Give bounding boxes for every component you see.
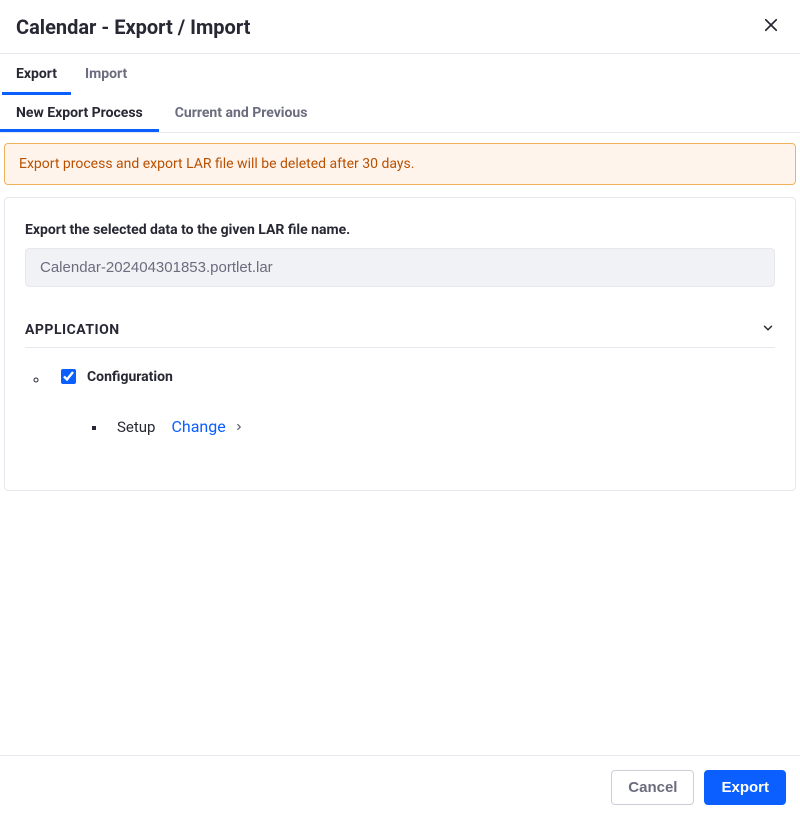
subtab-new-export-process[interactable]: New Export Process xyxy=(0,95,159,132)
list-item: Setup Change xyxy=(107,417,775,436)
chevron-down-icon xyxy=(761,321,775,339)
setup-label: Setup xyxy=(117,418,155,436)
tab-export[interactable]: Export xyxy=(2,54,71,95)
cancel-button[interactable]: Cancel xyxy=(611,770,694,805)
modal-header: Calendar - Export / Import xyxy=(0,0,800,54)
configuration-row: Configuration xyxy=(57,366,775,387)
configuration-checkbox[interactable] xyxy=(61,369,76,384)
export-panel: Export the selected data to the given LA… xyxy=(4,197,796,491)
application-section: APPLICATION Configuration xyxy=(25,321,775,436)
tab-import[interactable]: Import xyxy=(71,54,141,95)
subtab-current-previous[interactable]: Current and Previous xyxy=(159,95,324,132)
lar-filename-input[interactable] xyxy=(25,248,775,287)
primary-tabs: Export Import xyxy=(0,54,800,95)
change-link-label: Change xyxy=(171,417,225,436)
export-button[interactable]: Export xyxy=(704,770,786,805)
application-section-header[interactable]: APPLICATION xyxy=(25,321,775,348)
setup-list: Setup Change xyxy=(67,417,775,436)
modal-footer: Cancel Export xyxy=(0,755,800,819)
setup-row: Setup Change xyxy=(117,417,775,436)
change-link[interactable]: Change xyxy=(171,417,243,436)
sub-tabs: New Export Process Current and Previous xyxy=(0,95,800,133)
warning-alert: Export process and export LAR file will … xyxy=(4,143,796,185)
configuration-label: Configuration xyxy=(87,369,173,385)
list-item: Configuration Setup Change xyxy=(49,366,775,436)
chevron-right-icon xyxy=(234,417,244,436)
configuration-list: Configuration Setup Change xyxy=(25,366,775,436)
modal-title: Calendar - Export / Import xyxy=(16,15,250,39)
panel-heading: Export the selected data to the given LA… xyxy=(25,222,775,238)
content-area: Export process and export LAR file will … xyxy=(0,133,800,755)
alert-message: Export process and export LAR file will … xyxy=(19,156,414,172)
application-section-title: APPLICATION xyxy=(25,322,120,338)
close-icon xyxy=(762,16,780,37)
close-button[interactable] xyxy=(758,12,784,41)
